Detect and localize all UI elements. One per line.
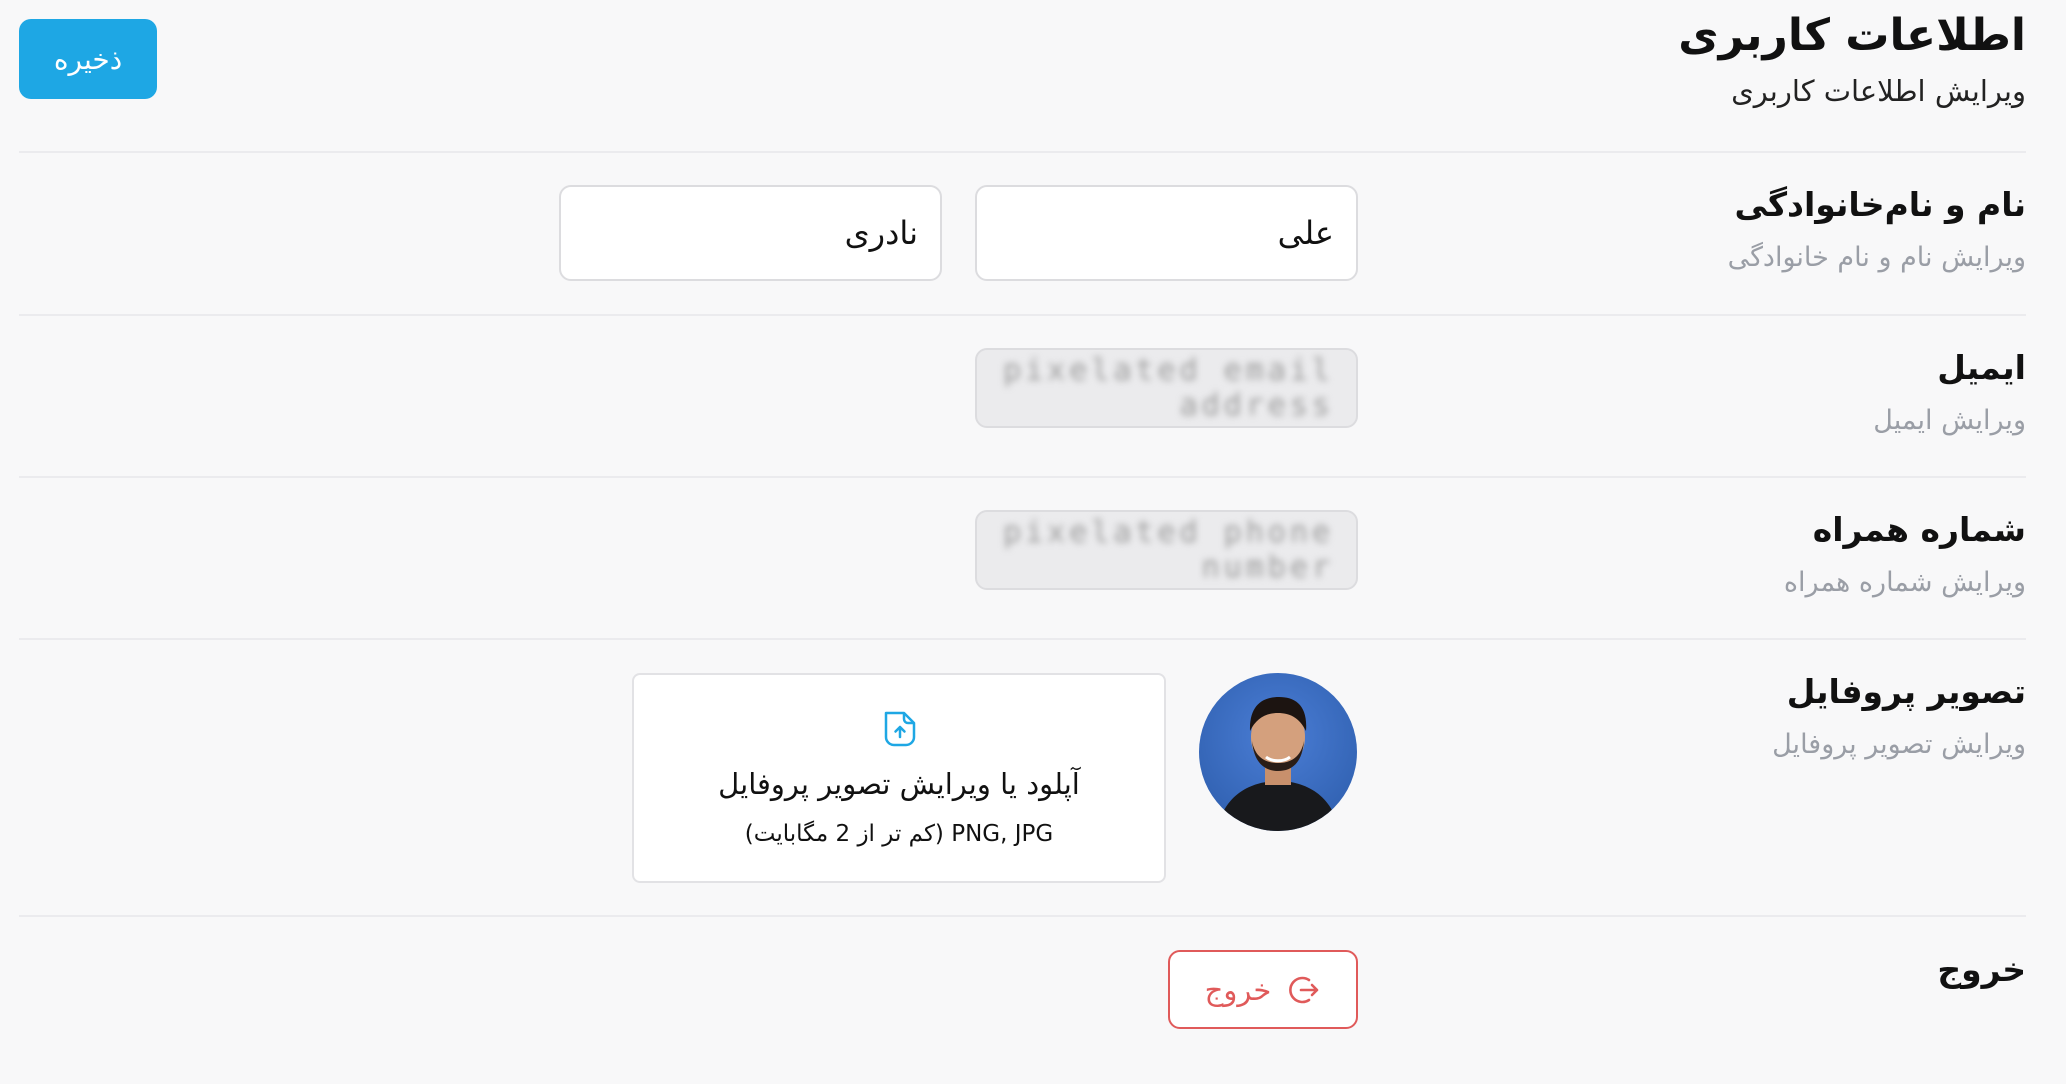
email-section-title: ایمیل [1937,348,2026,387]
logout-section-title: خروج [1937,950,2026,989]
avatar-person-icon [1217,697,1339,831]
avatar [1199,673,1357,831]
email-field: pixelated email address [975,348,1358,428]
divider [19,915,2026,917]
first-name-input[interactable]: علی [975,185,1358,281]
last-name-value: نادری [844,214,918,252]
file-upload-icon [884,711,916,747]
divider [19,476,2026,478]
phone-section-subtitle: ویرایش شماره همراه [1783,567,2026,598]
avatar-section-title: تصویر پروفایل [1786,672,2026,711]
logout-button[interactable]: خروج [1168,950,1358,1029]
divider [19,314,2026,316]
logout-icon [1289,976,1319,1003]
save-button[interactable]: ذخیره [19,19,157,99]
upload-dropzone[interactable]: آپلود یا ویرایش تصویر پروفایل PNG, JPG (… [632,673,1166,883]
email-value-pixelated: pixelated email address [1003,353,1334,423]
name-section-title: نام و نام‌خانوادگی [1734,185,2026,224]
divider [19,151,2026,153]
name-section-subtitle: ویرایش نام و نام خانوادگی [1727,242,2026,273]
upload-label: آپلود یا ویرایش تصویر پروفایل [718,767,1080,801]
phone-value-pixelated: pixelated phone number [1003,515,1334,585]
email-section-subtitle: ویرایش ایمیل [1873,405,2026,436]
divider [19,638,2026,640]
page-subtitle: ویرایش اطلاعات کاربری [1731,74,2026,108]
logout-button-label: خروج [1204,972,1272,1007]
phone-field: pixelated phone number [975,510,1358,590]
page-title: اطلاعات کاربری [1678,10,2026,61]
first-name-value: علی [1277,214,1334,252]
upload-hint: PNG, JPG (کم تر از 2 مگابایت) [744,821,1054,847]
last-name-input[interactable]: نادری [559,185,942,281]
avatar-section-subtitle: ویرایش تصویر پروفایل [1772,729,2026,760]
phone-section-title: شماره همراه [1812,510,2026,549]
